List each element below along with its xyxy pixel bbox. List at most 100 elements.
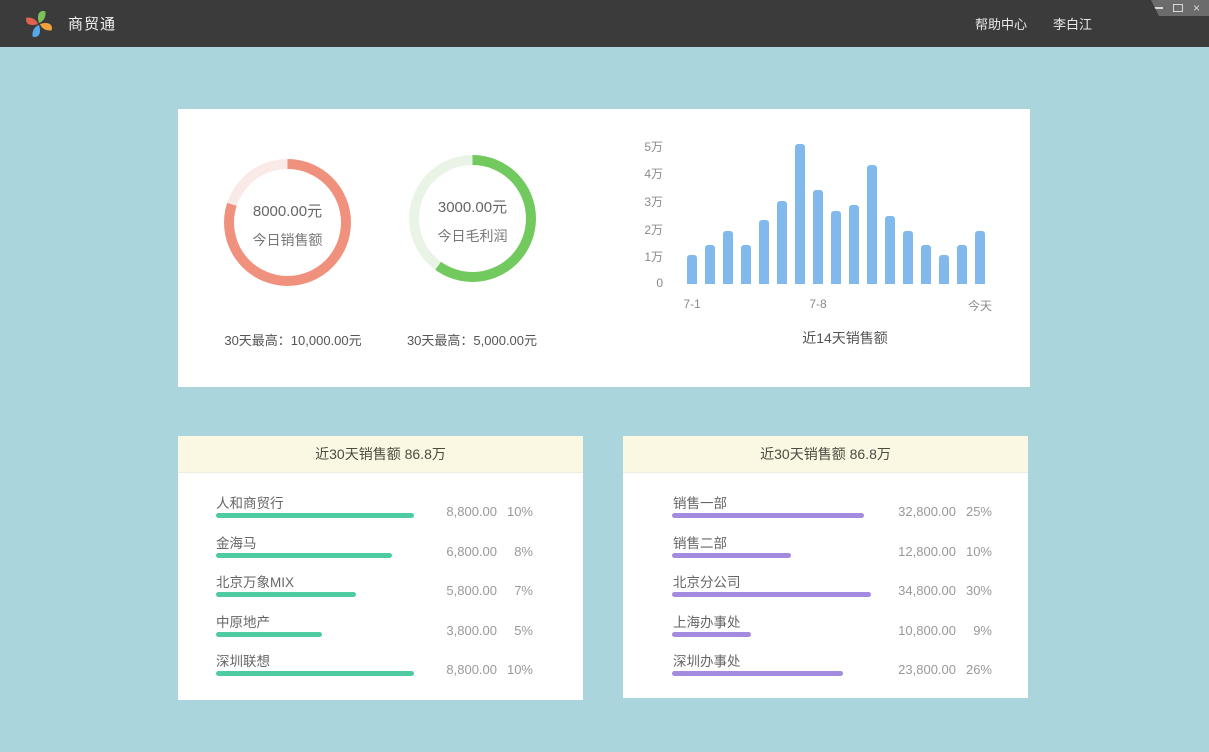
stat-row: 销售二部 12,800.0010% [623, 532, 1028, 572]
daily-chart-bars [687, 140, 987, 284]
row-amount: 5,800.00 [405, 583, 497, 598]
row-percent: 26% [956, 662, 992, 677]
daily-sales-bar [741, 245, 751, 284]
daily-sales-bar [777, 201, 787, 284]
daily-sales-bar [885, 216, 895, 284]
row-progress-bar [216, 671, 414, 676]
daily-sales-bar [921, 245, 931, 284]
customers-card-title: 近30天销售额 86.8万 [178, 436, 583, 473]
row-label: 北京分公司 [673, 571, 741, 591]
row-label: 深圳办事处 [673, 650, 741, 670]
row-values: 10,800.009% [864, 623, 992, 638]
row-percent: 30% [956, 583, 992, 598]
pinwheel-logo-icon [24, 9, 54, 39]
row-values: 8,800.0010% [405, 504, 533, 519]
row-percent: 9% [956, 623, 992, 638]
row-label: 北京万象MIX [216, 571, 294, 591]
row-amount: 10,800.00 [864, 623, 956, 638]
customers-sales-card: 近30天销售额 86.8万 人和商贸行8,800.0010%金海马6,800.0… [178, 436, 583, 700]
daily-sales-bar [975, 231, 985, 284]
y-axis-tick-label: 1万 [623, 248, 663, 265]
row-values: 3,800.005% [405, 623, 533, 638]
x-axis-tick-label: 7-1 [683, 297, 700, 311]
row-label: 中原地产 [216, 611, 270, 631]
user-name-link[interactable]: 李白江 [1053, 14, 1092, 33]
daily-sales-bar [705, 245, 715, 284]
stat-row: 深圳联想 8,800.0010% [178, 650, 583, 690]
row-amount: 8,800.00 [405, 504, 497, 519]
today-profit-amount: 3000.00元 [438, 196, 507, 217]
row-label: 销售一部 [673, 492, 727, 512]
row-amount: 6,800.00 [405, 544, 497, 559]
departments-rows: 销售一部 32,800.0025% 销售二部 12,800.0010% 北京分公司 34,… [623, 492, 1028, 690]
daily-sales-bar [795, 144, 805, 284]
row-percent: 25% [956, 504, 992, 519]
y-axis-tick-label: 5万 [623, 138, 663, 155]
row-percent: 10% [497, 662, 533, 677]
row-percent: 10% [497, 504, 533, 519]
row-progress-bar [672, 553, 791, 558]
app-title: 商贸通 [68, 0, 116, 47]
today-sales-amount: 8000.00元 [253, 200, 322, 221]
row-values: 5,800.007% [405, 583, 533, 598]
daily-sales-bar [723, 231, 733, 284]
today-sales-donut: 8000.00元 今日销售额 [224, 159, 351, 286]
departments-card-title: 近30天销售额 86.8万 [623, 436, 1028, 473]
row-values: 34,800.0030% [864, 583, 992, 598]
row-percent: 7% [497, 583, 533, 598]
row-label: 深圳联想 [216, 650, 270, 670]
stat-row: 上海办事处 10,800.009% [623, 611, 1028, 651]
row-percent: 10% [956, 544, 992, 559]
customers-rows: 人和商贸行8,800.0010%金海马6,800.008%北京万象MIX5,80… [178, 492, 583, 690]
row-values: 8,800.0010% [405, 662, 533, 677]
x-axis-tick-label: 7-8 [809, 297, 826, 311]
daily-sales-bar [903, 231, 913, 284]
window-controls: × [1145, 0, 1209, 16]
row-amount: 8,800.00 [405, 662, 497, 677]
row-amount: 34,800.00 [864, 583, 956, 598]
today-profit-label: 今日毛利润 [438, 226, 508, 246]
row-label: 人和商贸行 [216, 492, 284, 512]
row-progress-bar [216, 553, 392, 558]
donut-center-text: 3000.00元 今日毛利润 [409, 157, 536, 284]
row-label: 金海马 [216, 532, 257, 552]
x-axis-tick-label: 今天 [968, 297, 992, 314]
daily-sales-bar [867, 165, 877, 284]
titlebar: 商贸通 帮助中心 李白江 × [0, 0, 1209, 47]
y-axis-tick-label: 2万 [623, 221, 663, 238]
row-amount: 32,800.00 [864, 504, 956, 519]
row-values: 6,800.008% [405, 544, 533, 559]
overview-card: 8000.00元 今日销售额 30天最高：10,000.00元 3000.00元… [178, 109, 1030, 387]
row-percent: 8% [497, 544, 533, 559]
daily-sales-bar [813, 190, 823, 284]
row-amount: 3,800.00 [405, 623, 497, 638]
maximize-icon[interactable] [1173, 4, 1183, 12]
row-progress-bar [672, 513, 864, 518]
stat-row: 销售一部 32,800.0025% [623, 492, 1028, 532]
departments-sales-card: 近30天销售额 86.8万 销售一部 32,800.0025% 销售二部 12,800… [623, 436, 1028, 698]
row-amount: 23,800.00 [864, 662, 956, 677]
help-center-link[interactable]: 帮助中心 [975, 14, 1027, 33]
row-label: 上海办事处 [673, 611, 741, 631]
daily-sales-bar [759, 220, 769, 284]
stat-row: 金海马 6,800.008% [178, 532, 583, 572]
minimize-icon[interactable] [1154, 7, 1163, 9]
profit-30day-max: 30天最高：5,000.00元 [357, 330, 587, 349]
row-label: 销售二部 [673, 532, 727, 552]
stat-row: 人和商贸行 8,800.0010% [178, 492, 583, 532]
donut-center-text: 8000.00元 今日销售额 [224, 161, 351, 288]
stat-row: 北京万象MIX 5,800.007% [178, 571, 583, 611]
close-icon[interactable]: × [1193, 3, 1200, 13]
daily-sales-bar [687, 255, 697, 284]
today-sales-label: 今日销售额 [253, 230, 323, 250]
row-percent: 5% [497, 623, 533, 638]
row-values: 12,800.0010% [864, 544, 992, 559]
y-axis-tick-label: 4万 [623, 165, 663, 182]
daily-sales-bar [939, 255, 949, 284]
row-progress-bar [216, 632, 322, 637]
stat-row: 中原地产 3,800.005% [178, 611, 583, 651]
daily-sales-bar [957, 245, 967, 284]
row-progress-bar [216, 592, 356, 597]
row-progress-bar [672, 632, 751, 637]
row-progress-bar [672, 592, 871, 597]
